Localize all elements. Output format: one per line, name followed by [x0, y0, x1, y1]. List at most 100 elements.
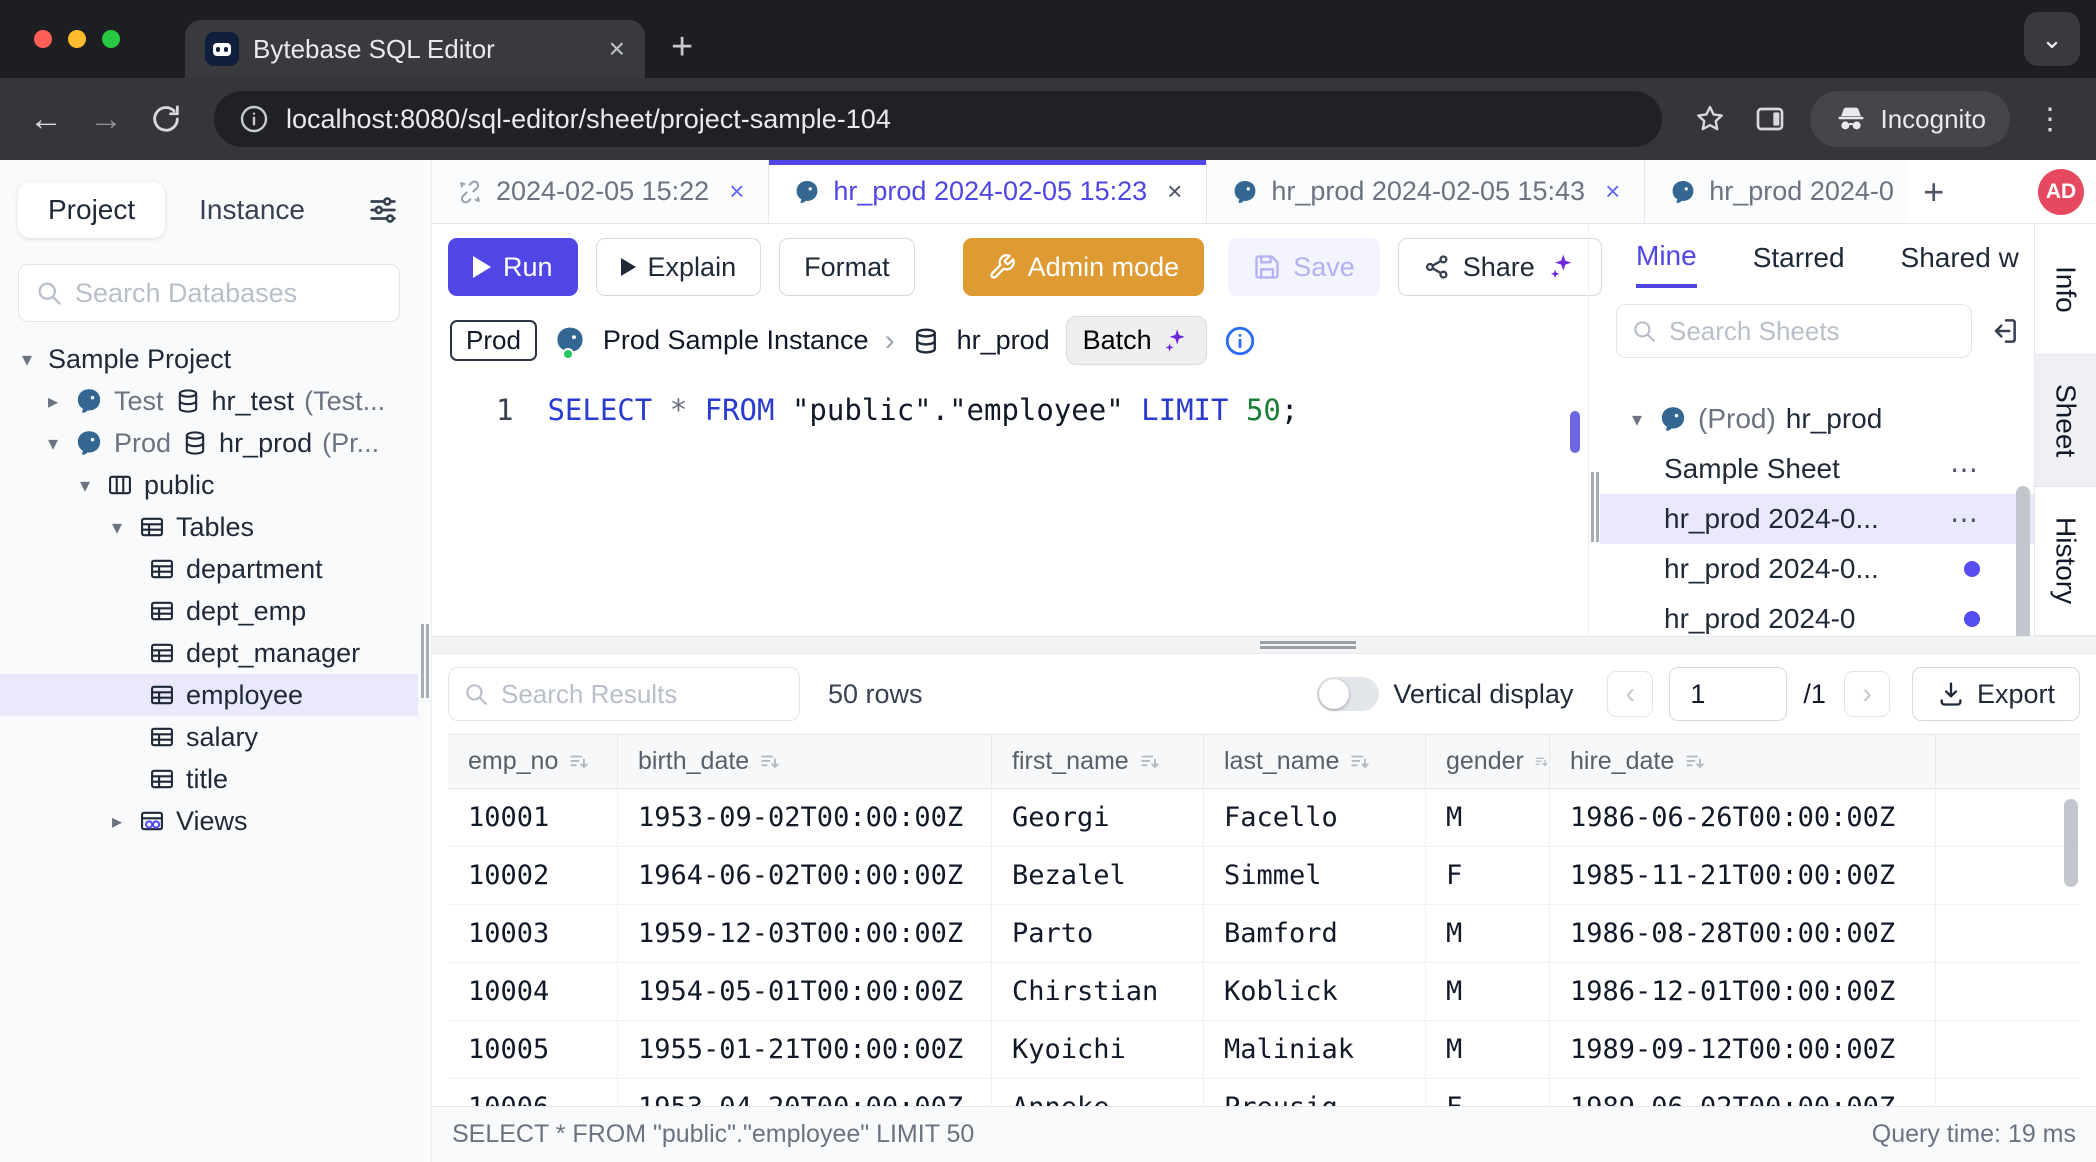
tree-node-tables[interactable]: ▾ Tables	[0, 506, 418, 548]
results-search[interactable]	[448, 667, 800, 721]
editor-tab-2-active[interactable]: hr_prod 2024-02-05 15:23 ×	[769, 160, 1207, 223]
tree-node-project[interactable]: ▾ Sample Project	[0, 338, 418, 380]
cell[interactable]: 10003	[448, 905, 618, 963]
cell[interactable]: 1986-08-28T00:00:00Z	[1550, 905, 1936, 963]
tab-search-chevron-button[interactable]: ⌄	[2024, 12, 2080, 66]
new-tab-button[interactable]: +	[671, 28, 693, 66]
cell[interactable]: 10002	[448, 847, 618, 905]
sql-editor[interactable]: 1 SELECT * FROM "public"."employee" LIMI…	[432, 377, 1588, 636]
caret-down-icon[interactable]: ▾	[1626, 407, 1648, 432]
sheets-scrollbar[interactable]	[2016, 486, 2030, 636]
cell[interactable]: 10005	[448, 1021, 618, 1079]
tree-node-schema[interactable]: ▾ public	[0, 464, 418, 506]
cell[interactable]: M	[1426, 963, 1550, 1021]
search-databases-input[interactable]	[75, 278, 383, 309]
results-splitter[interactable]	[432, 636, 2096, 654]
new-sheet-plus-button[interactable]: +	[1907, 160, 1960, 223]
column-header[interactable]: emp_no	[448, 735, 618, 789]
cell[interactable]: Bezalel	[992, 847, 1204, 905]
browser-menu-icon[interactable]: ⋮	[2024, 93, 2076, 145]
address-bar[interactable]: localhost:8080/sql-editor/sheet/project-…	[214, 91, 1662, 147]
cell[interactable]: 10004	[448, 963, 618, 1021]
cell[interactable]: Chirstian	[992, 963, 1204, 1021]
caret-down-icon[interactable]: ▾	[16, 347, 38, 372]
tree-table-title[interactable]: title	[0, 758, 418, 800]
batch-button[interactable]: Batch	[1066, 316, 1207, 365]
rail-tab-info[interactable]: Info	[2035, 224, 2096, 355]
caret-down-icon[interactable]: ▾	[42, 431, 64, 456]
explain-button[interactable]: Explain	[596, 238, 762, 296]
cell[interactable]: 1986-06-26T00:00:00Z	[1550, 789, 1936, 847]
prev-page-button[interactable]: ‹	[1607, 671, 1653, 717]
page-number-input[interactable]	[1669, 667, 1787, 721]
close-editor-tab-icon[interactable]: ×	[1605, 176, 1620, 207]
column-header[interactable]: birth_date	[618, 735, 992, 789]
browser-tab[interactable]: Bytebase SQL Editor ×	[185, 20, 645, 78]
sheets-search[interactable]	[1616, 304, 1972, 358]
sheet-item[interactable]: Sample Sheet ⋯	[1600, 444, 2034, 494]
rail-tab-history[interactable]: History	[2035, 487, 2096, 636]
instance-name[interactable]: Prod Sample Instance	[603, 325, 869, 356]
cell[interactable]: 1959-12-03T00:00:00Z	[618, 905, 992, 963]
cell[interactable]: 1989-09-12T00:00:00Z	[1550, 1021, 1936, 1079]
tree-node-test-db[interactable]: ▸ Test hr_test (Test...	[0, 380, 418, 422]
info-circle-icon[interactable]	[1223, 324, 1257, 358]
cell[interactable]: Parto	[992, 905, 1204, 963]
table-scrollbar[interactable]	[2064, 799, 2078, 887]
close-tab-icon[interactable]: ×	[609, 35, 625, 63]
bookmark-star-icon[interactable]	[1684, 93, 1736, 145]
maximize-window-button[interactable]	[102, 30, 120, 48]
cell[interactable]: Georgi	[992, 789, 1204, 847]
cell[interactable]: M	[1426, 1021, 1550, 1079]
cell[interactable]: 1986-12-01T00:00:00Z	[1550, 963, 1936, 1021]
caret-right-icon[interactable]: ▸	[106, 809, 128, 834]
filter-sliders-icon[interactable]	[366, 193, 400, 227]
close-editor-tab-icon[interactable]: ×	[1167, 176, 1182, 207]
cell[interactable]: 1964-06-02T00:00:00Z	[618, 847, 992, 905]
close-editor-tab-icon[interactable]: ×	[729, 176, 744, 207]
table-row[interactable]: 10003 1959-12-03T00:00:00Z Parto Bamford…	[448, 905, 2080, 963]
table-row[interactable]: 10002 1964-06-02T00:00:00Z Bezalel Simme…	[448, 847, 2080, 905]
caret-down-icon[interactable]: ▾	[74, 473, 96, 498]
tree-table-dept-emp[interactable]: dept_emp	[0, 590, 418, 632]
rail-tab-sheet[interactable]: Sheet	[2035, 355, 2096, 486]
cell[interactable]: 1953-04-20T00:00:00Z	[618, 1079, 992, 1106]
save-button[interactable]: Save	[1228, 238, 1380, 296]
column-header[interactable]: hire_date	[1550, 735, 1936, 789]
search-sheets-input[interactable]	[1669, 316, 1957, 347]
cell[interactable]: 10006	[448, 1079, 618, 1106]
minimize-window-button[interactable]	[68, 30, 86, 48]
column-header[interactable]: gender	[1426, 735, 1550, 789]
tree-table-department[interactable]: department	[0, 548, 418, 590]
cell[interactable]: 10001	[448, 789, 618, 847]
sheet-menu-icon[interactable]: ⋯	[1950, 503, 1980, 536]
reload-icon[interactable]	[140, 93, 192, 145]
tree-table-dept-manager[interactable]: dept_manager	[0, 632, 418, 674]
tab-starred[interactable]: Starred	[1753, 242, 1845, 286]
cell[interactable]: Preusig	[1204, 1079, 1426, 1106]
share-button[interactable]: Share	[1398, 238, 1602, 296]
tab-shared[interactable]: Shared w	[1901, 242, 2019, 286]
editor-scrollbar[interactable]	[1570, 411, 1580, 453]
sheet-item-selected[interactable]: hr_prod 2024-0... ⋯	[1600, 494, 2034, 544]
forward-icon[interactable]: →	[80, 93, 132, 145]
incognito-badge[interactable]: Incognito	[1810, 91, 2010, 147]
cell[interactable]: Maliniak	[1204, 1021, 1426, 1079]
sheets-group[interactable]: ▾ (Prod) hr_prod	[1600, 394, 2034, 444]
sheet-item[interactable]: hr_prod 2024-0	[1600, 594, 2034, 636]
vertical-display-toggle[interactable]	[1317, 677, 1379, 711]
run-button[interactable]: Run	[448, 238, 578, 296]
database-search[interactable]	[18, 264, 400, 322]
cell[interactable]: 1985-11-21T00:00:00Z	[1550, 847, 1936, 905]
search-results-input[interactable]	[501, 679, 785, 710]
cell[interactable]: 1954-05-01T00:00:00Z	[618, 963, 992, 1021]
site-info-icon[interactable]	[238, 103, 270, 135]
editor-tab-3[interactable]: hr_prod 2024-02-05 15:43 ×	[1207, 160, 1645, 223]
sidebar-splitter[interactable]	[418, 160, 432, 1162]
tree-table-employee-selected[interactable]: employee	[0, 674, 418, 716]
cell[interactable]: 1953-09-02T00:00:00Z	[618, 789, 992, 847]
cell[interactable]: F	[1426, 847, 1550, 905]
table-row-partial[interactable]: 10006 1953-04-20T00:00:00Z Anneke Preusi…	[448, 1079, 2080, 1106]
tree-node-prod-db[interactable]: ▾ Prod hr_prod (Pr...	[0, 422, 418, 464]
cell[interactable]: Simmel	[1204, 847, 1426, 905]
